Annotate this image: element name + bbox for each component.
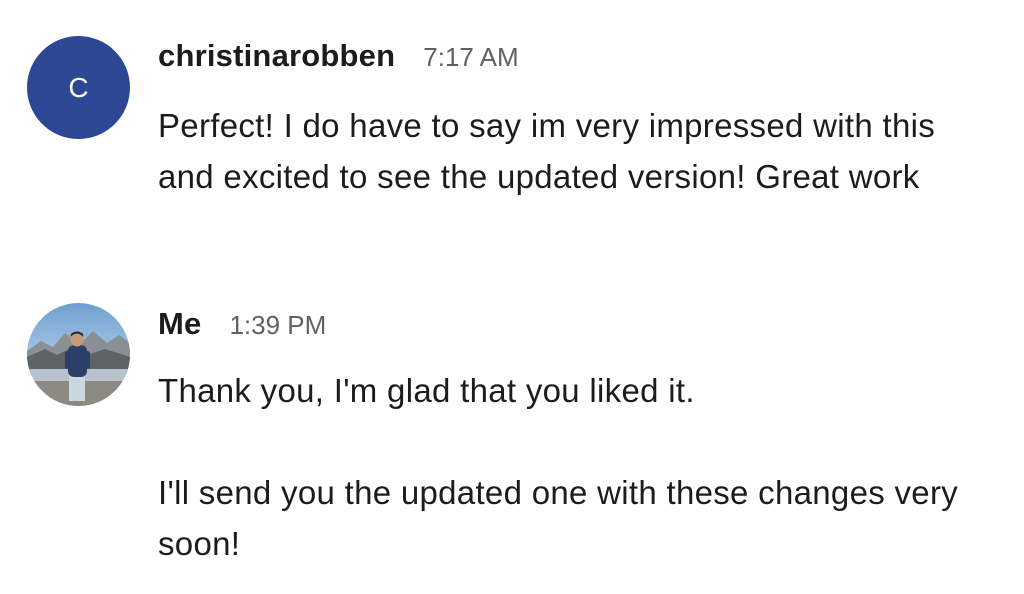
sender-name[interactable]: christinarobben: [158, 38, 395, 74]
message-header: Me 1:39 PM: [158, 306, 326, 342]
message-paragraph: I'll send you the updated one with these…: [158, 474, 959, 562]
user-photo-avatar-icon: [27, 303, 130, 406]
message-header: christinarobben 7:17 AM: [158, 38, 519, 74]
avatar[interactable]: C: [27, 36, 130, 139]
timestamp[interactable]: 1:39 PM: [229, 310, 326, 341]
message-paragraph: Perfect! I do have to say im very impres…: [158, 107, 936, 195]
message-body: Thank you, I'm glad that you liked it. I…: [158, 365, 998, 569]
avatar-initial: C: [68, 71, 89, 103]
message-paragraph: Thank you, I'm glad that you liked it.: [158, 372, 695, 409]
message-body: Perfect! I do have to say im very impres…: [158, 100, 998, 202]
sender-name[interactable]: Me: [158, 306, 201, 342]
avatar[interactable]: [27, 303, 130, 406]
timestamp[interactable]: 7:17 AM: [423, 42, 518, 73]
